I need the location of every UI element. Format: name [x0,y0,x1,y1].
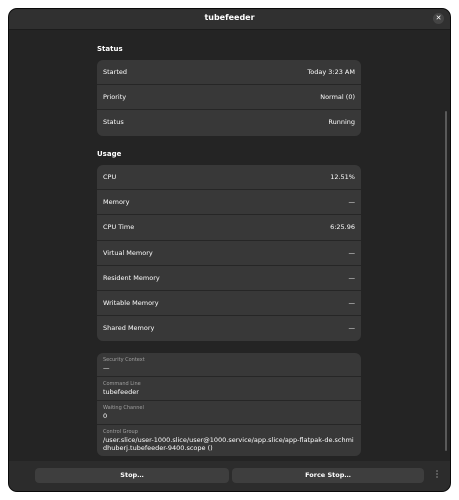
usage-row-resident-memory: Resident Memory — [97,266,361,291]
row-label: Memory [103,198,130,207]
force-stop-button[interactable]: Force Stop… [232,468,424,483]
usage-section-title: Usage [97,150,122,158]
usage-list: CPU 12.51% Memory — CPU Time 6:25.96 Vir… [97,165,361,342]
row-label: CPU [103,173,117,181]
row-value: Running [328,118,355,127]
info-row-command-line: Command Line tubefeeder [97,377,361,401]
close-icon[interactable]: ✕ [433,13,444,24]
scrollbar[interactable] [445,111,447,451]
usage-row-virtual-memory: Virtual Memory — [97,241,361,266]
usage-row-memory: Memory — [97,190,361,216]
row-value: — [348,273,356,282]
row-value: — [348,248,356,257]
info-value[interactable]: /user.slice/user-1000.slice/user@1000.se… [103,436,355,452]
row-value: 12.51% [330,173,355,181]
row-label: Virtual Memory [103,248,153,257]
row-label: CPU Time [103,223,135,232]
row-label: Writable Memory [103,298,159,307]
info-label: Security Context [103,357,145,363]
status-row-priority: Priority Normal (0) [97,85,361,111]
row-value: Normal (0) [320,93,355,102]
process-details-window: tubefeeder ✕ Status Started Today 3:23 A… [9,9,450,491]
action-footer: Stop… Force Stop… · · · [9,461,450,491]
info-row-waiting-channel: Waiting Channel 0 [97,401,361,425]
row-value: Today 3:23 AM [307,68,355,76]
row-label: Shared Memory [103,324,155,333]
row-label: Status [103,118,124,127]
usage-row-cpu-time: CPU Time 6:25.96 [97,215,361,241]
info-label: Waiting Channel [103,405,144,411]
row-value: — [348,198,356,207]
info-label: Control Group [103,429,138,435]
usage-row-cpu: CPU 12.51% [97,165,361,191]
header-bar: tubefeeder ✕ [9,9,450,30]
usage-row-shared-memory: Shared Memory — [97,316,361,341]
info-value[interactable]: — [103,364,355,372]
row-value: — [348,324,356,333]
info-value[interactable]: tubefeeder [103,388,355,396]
window-title: tubefeeder [204,13,255,22]
status-section-title: Status [97,45,123,53]
row-label: Priority [103,93,127,102]
usage-row-writable-memory: Writable Memory — [97,291,361,317]
row-label: Resident Memory [103,273,160,282]
info-label: Command Line [103,381,141,387]
process-info-list: Security Context — Command Line tubefeed… [97,353,361,456]
info-row-control-group: Control Group /user.slice/user-1000.slic… [97,425,361,456]
stop-button[interactable]: Stop… [35,468,229,483]
row-value: 6:25.96 [330,223,355,232]
info-value[interactable]: 0 [103,412,355,420]
status-list: Started Today 3:23 AM Priority Normal (0… [97,60,361,136]
info-row-security-context: Security Context — [97,353,361,377]
row-label: Started [103,68,128,76]
row-value: — [348,298,356,307]
status-row-status: Status Running [97,110,361,135]
vertical-ellipsis-icon[interactable]: · · · [435,468,439,482]
status-row-started: Started Today 3:23 AM [97,60,361,86]
details-content: Status Started Today 3:23 AM Priority No… [9,31,450,456]
